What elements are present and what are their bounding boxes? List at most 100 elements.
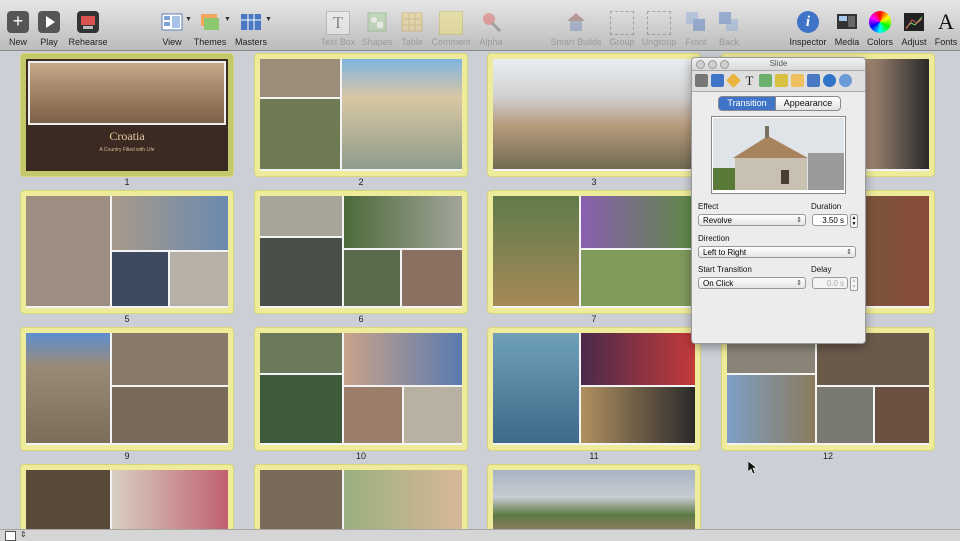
delay-field[interactable]: 0.0 s [812, 277, 848, 289]
delay-stepper[interactable]: ▲ ▼ [850, 277, 858, 291]
rehearse-button[interactable]: Rehearse [68, 11, 108, 47]
start-transition-select[interactable]: On Click ⇕ [698, 277, 806, 289]
slide-number: 6 [358, 314, 364, 324]
alpha-button[interactable]: Alpha [479, 11, 503, 47]
zoom-window-icon[interactable] [720, 60, 729, 69]
graphic-inspector-icon[interactable] [759, 74, 772, 87]
photo [493, 333, 579, 443]
photo [344, 387, 402, 443]
duration-field[interactable]: 3.50 s [812, 214, 848, 226]
slide-thumbnail-2[interactable] [255, 54, 467, 176]
popup-arrows-icon[interactable]: ⇕ [20, 530, 27, 539]
duration-stepper[interactable]: ▲ ▼ [850, 214, 858, 228]
photo [260, 375, 342, 443]
slide-thumbnail-12[interactable] [722, 328, 934, 450]
color-wheel-icon [869, 11, 891, 33]
slide-thumbnail-14[interactable] [255, 465, 467, 529]
photo [581, 387, 695, 443]
close-window-icon[interactable] [696, 60, 705, 69]
slide-photo [493, 59, 695, 171]
bring-front-icon [685, 11, 707, 33]
quicktime-inspector-icon[interactable] [839, 74, 852, 87]
photo [875, 387, 929, 443]
table-inspector-icon[interactable] [791, 74, 804, 87]
slide-photo-collage [493, 333, 695, 445]
slide-thumbnail-15[interactable] [488, 465, 700, 529]
build-inspector-icon[interactable] [726, 73, 741, 88]
slide-number: 5 [124, 314, 130, 324]
slide-number: 9 [124, 451, 130, 461]
text-inspector-icon[interactable]: T [743, 74, 756, 87]
masters-button[interactable]: Masters [235, 11, 267, 47]
inspector-title-bar[interactable]: Slide [692, 58, 865, 71]
slide-number: 3 [591, 177, 597, 187]
landscape-photo [493, 470, 695, 529]
direction-select[interactable]: Left to Right ⇕ [698, 246, 856, 258]
themes-dropdown-icon: ▼ [224, 16, 231, 23]
toolbar: + New Play Rehearse View ▼ Themes ▼ Mast… [0, 0, 960, 51]
slide-thumbnail-3[interactable] [488, 54, 700, 176]
photo [112, 470, 228, 529]
street-photo [28, 61, 226, 125]
group-icon [610, 11, 634, 35]
slide-photo-collage [493, 196, 695, 308]
church-photo [493, 59, 695, 169]
slide-photo-collage [260, 333, 462, 445]
slide-photo-collage [260, 196, 462, 308]
slide-subtitle: A Country Filled with Life [99, 147, 155, 153]
metrics-inspector-icon[interactable] [775, 74, 788, 87]
slide-title: Croatia [109, 129, 145, 143]
slide-thumbnail-6[interactable] [255, 191, 467, 313]
slide-inspector-panel: Slide T Transition Appearance Effect Dur… [691, 57, 866, 344]
chart-inspector-icon[interactable] [807, 74, 820, 87]
slide-number: 12 [822, 451, 833, 461]
slide-thumbnail-5[interactable] [21, 191, 233, 313]
slide-thumbnail-9[interactable] [21, 328, 233, 450]
back-button[interactable]: Back [718, 11, 740, 47]
direction-label: Direction [698, 234, 730, 243]
slide-inspector-icon[interactable] [711, 74, 724, 87]
photo [260, 333, 342, 373]
photo [26, 333, 110, 443]
slide-photo-collage [26, 470, 228, 529]
play-button[interactable]: Play [38, 11, 60, 47]
comment-button[interactable]: Comment [431, 11, 471, 47]
hyperlink-inspector-icon[interactable] [823, 74, 836, 87]
slide-thumbnail-7[interactable] [488, 191, 700, 313]
photo [727, 375, 815, 443]
shapes-icon [366, 11, 388, 33]
photo [260, 99, 340, 169]
slide-thumbnail-13[interactable] [21, 465, 233, 529]
fonts-button[interactable]: A Fonts [935, 9, 958, 48]
minimize-window-icon[interactable] [708, 60, 717, 69]
tab-transition[interactable]: Transition [718, 96, 776, 111]
slide-number: 10 [355, 451, 366, 461]
photo [112, 252, 168, 306]
slide-photo-collage [26, 196, 228, 308]
mouse-cursor-icon [747, 460, 758, 480]
photo [260, 59, 340, 97]
popup-arrows-icon: ⇕ [796, 280, 802, 287]
smart-builds-button[interactable]: Smart Builds [550, 11, 602, 47]
photo [112, 196, 228, 250]
transition-preview [711, 116, 846, 194]
themes-icon [199, 11, 221, 33]
slide-thumbnail-11[interactable] [488, 328, 700, 450]
effect-select[interactable]: Revolve ⇕ [698, 214, 806, 226]
photo [342, 59, 462, 169]
delay-label: Delay [811, 265, 832, 274]
photo [493, 196, 579, 306]
photo [344, 250, 400, 306]
photo [581, 333, 695, 385]
slide-number: 11 [589, 451, 599, 461]
tab-appearance[interactable]: Appearance [775, 96, 841, 111]
fonts-icon: A [938, 9, 954, 34]
popup-arrows-icon: ⇕ [796, 217, 802, 224]
ungroup-icon [647, 11, 671, 35]
slide-photo-collage [260, 470, 462, 529]
slide-photo [493, 470, 695, 529]
document-inspector-icon[interactable] [695, 74, 708, 87]
slide-thumbnail-1[interactable]: Croatia A Country Filled with Life [21, 54, 233, 176]
photo [260, 238, 342, 306]
slide-thumbnail-10[interactable] [255, 328, 467, 450]
